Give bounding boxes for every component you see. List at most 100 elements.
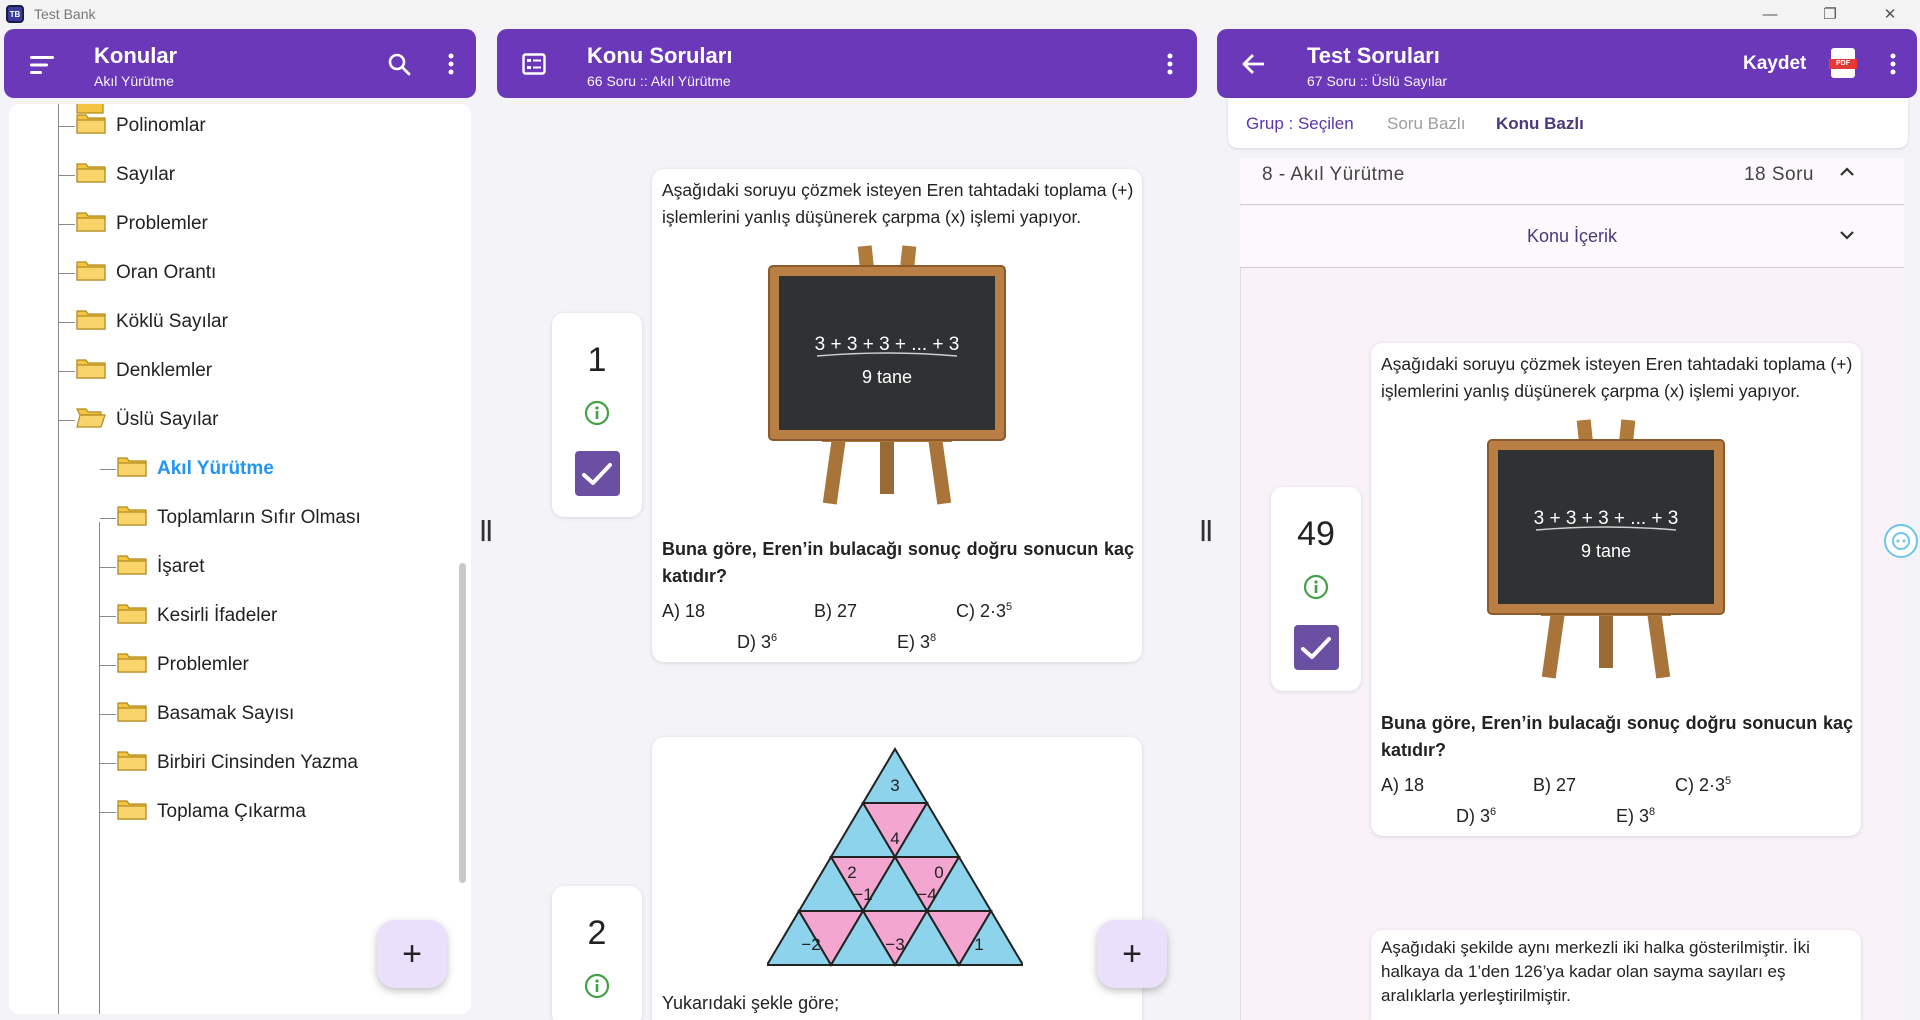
triangle-number: −3 [885,935,904,954]
chalkboard-image: 3 + 3 + 3 + ... + 3 9 tane [767,244,1007,519]
tree-item-label: Kesirli İfadeler [157,605,278,626]
tree-item-label: Köklü Sayılar [116,311,228,332]
triangle-number: 4 [890,829,899,848]
assistant-icon[interactable] [1884,524,1918,558]
selected-checkbox[interactable] [1293,625,1339,670]
option-c: C) 2·35 [956,601,1013,621]
more-vert-icon[interactable] [441,49,461,79]
folder-icon [76,259,106,287]
tree-item[interactable]: Problemler [76,204,208,244]
option-d: D) 36 [737,632,778,652]
topic-content-label: Konu İçerik [1526,226,1618,246]
folder-icon [117,602,147,630]
pdf-icon[interactable]: PDF [1829,48,1857,78]
question-number-card[interactable]: 1 [552,313,642,517]
tab-question-based[interactable]: Soru Bazlı [1387,114,1465,134]
window-titlebar: TB Test Bank — ❐ ✕ [0,0,1920,28]
folder-open-icon [76,406,106,434]
question-number-card[interactable]: 49 [1271,487,1361,691]
tree-item-label: Toplama Çıkarma [157,801,306,822]
tree-item[interactable]: Köklü Sayılar [76,302,228,342]
tab-selected-group[interactable]: Grup : Seçilen [1246,114,1354,134]
option-b: B) 27 [1533,775,1577,795]
option-e: E) 38 [897,632,937,652]
question-number: 1 [587,341,607,379]
topic-questions-header: Konu Soruları 66 Soru :: Akıl Yürütme [497,29,1197,98]
tree-item[interactable]: Problemler [117,645,249,685]
tree-item-label: İşaret [157,556,205,577]
topic-accordion-header[interactable]: 8 - Akıl Yürütme 18 Soru [1240,158,1904,205]
question-intro: Aşağıdaki soruyu çözmek isteyen Eren tah… [662,180,1134,227]
more-vert-icon[interactable] [1883,49,1903,79]
add-topic-button[interactable]: + [377,920,447,988]
more-vert-icon[interactable] [1160,49,1180,79]
search-icon[interactable] [384,49,414,79]
folder-icon [117,455,147,483]
window-title: Test Bank [34,6,96,22]
triangle-number: 1 [974,935,983,954]
tree-item[interactable]: Basamak Sayısı [117,694,294,734]
question-text: Buna göre, Eren’in bulacağı sonuç doğru … [662,539,1134,586]
tree-item[interactable]: Kesirli İfadeler [117,596,277,636]
question-number-card[interactable]: 2 [552,886,642,1020]
option-d: D) 36 [1456,806,1497,826]
tree-item[interactable]: İşaret [117,547,205,587]
tab-topic-based[interactable]: Konu Bazlı [1496,114,1584,134]
chevron-up-icon[interactable] [1838,164,1856,183]
triangle-number: −2 [801,935,820,954]
question-card[interactable]: Aşağıdaki soruyu çözmek isteyen Eren tah… [1371,343,1861,836]
folder-icon [117,749,147,777]
tree-item[interactable]: Denklemler [76,351,212,391]
test-questions-title: Test Soruları [1307,43,1440,68]
topic-questions-subtitle: 66 Soru :: Akıl Yürütme [587,73,731,89]
minimize-button[interactable]: — [1740,0,1800,28]
question-text: Yukarıdaki şekle göre; [662,993,840,1013]
tree-item[interactable]: Akıl Yürütme [117,449,274,489]
tree-item-label: Polinomlar [116,115,206,136]
option-b: B) 27 [814,601,858,621]
panel-splitter-left[interactable]: || [480,516,492,542]
option-a: A) 18 [1381,775,1425,795]
tree-item-label: Toplamların Sıfır Olması [157,507,361,528]
test-questions-subtitle: 67 Soru :: Üslü Sayılar [1307,73,1448,89]
accordion-title: 8 - Akıl Yürütme [1262,164,1405,185]
info-icon[interactable] [584,973,610,1004]
tree-item[interactable]: Birbiri Cinsinden Yazma [117,743,358,783]
tree-item[interactable]: Üslü Sayılar [76,400,218,440]
topics-header: Konular Akıl Yürütme [4,29,476,98]
tree-item[interactable]: Toplamların Sıfır Olması [117,498,361,538]
chevron-down-icon[interactable] [1838,228,1856,247]
board-line1: 3 + 3 + 3 + ... + 3 [814,334,960,355]
maximize-button[interactable]: ❐ [1800,0,1860,28]
list-icon[interactable] [519,49,549,79]
tree-item[interactable]: Sayılar [76,155,175,195]
question-card[interactable]: 3 4 2 0 −1 −4 −2 −3 1 Yukarıdaki şekle göre; [652,737,1142,1020]
topic-content-row[interactable]: Konu İçerik [1240,206,1904,268]
folder-icon [117,700,147,728]
chalkboard-image: 3 + 3 + 3 + ... + 3 9 tane [1486,418,1726,693]
triangle-number: 3 [890,776,899,795]
tree-scrollbar[interactable] [459,563,466,883]
question-card[interactable]: Aşağıdaki şekilde aynı merkezli iki halk… [1371,930,1861,1020]
panel-splitter-right[interactable]: || [1200,516,1212,542]
tree-item-label: Üslü Sayılar [116,409,219,430]
tree-item-label: Problemler [157,654,249,675]
info-icon[interactable] [1303,574,1329,605]
tree-item-label: Problemler [116,213,208,234]
folder-icon [117,798,147,826]
test-questions-header: Test Soruları 67 Soru :: Üslü Sayılar Ka… [1217,29,1917,98]
menu-icon[interactable] [24,47,60,83]
tree-item[interactable]: Polinomlar [76,106,206,146]
back-arrow-icon[interactable] [1239,49,1269,79]
folder-icon [76,112,106,140]
info-icon[interactable] [584,400,610,431]
tree-item-label: Basamak Sayısı [157,703,295,724]
add-question-button[interactable]: + [1097,920,1167,988]
question-number: 49 [1297,515,1335,553]
selected-checkbox[interactable] [574,451,620,496]
tree-item[interactable]: Oran Orantı [76,253,216,293]
question-card[interactable]: Aşağıdaki soruyu çözmek isteyen Eren tah… [652,169,1142,662]
tree-item[interactable]: Toplama Çıkarma [117,792,306,832]
close-button[interactable]: ✕ [1860,0,1920,28]
save-button[interactable]: Kaydet [1743,53,1806,75]
